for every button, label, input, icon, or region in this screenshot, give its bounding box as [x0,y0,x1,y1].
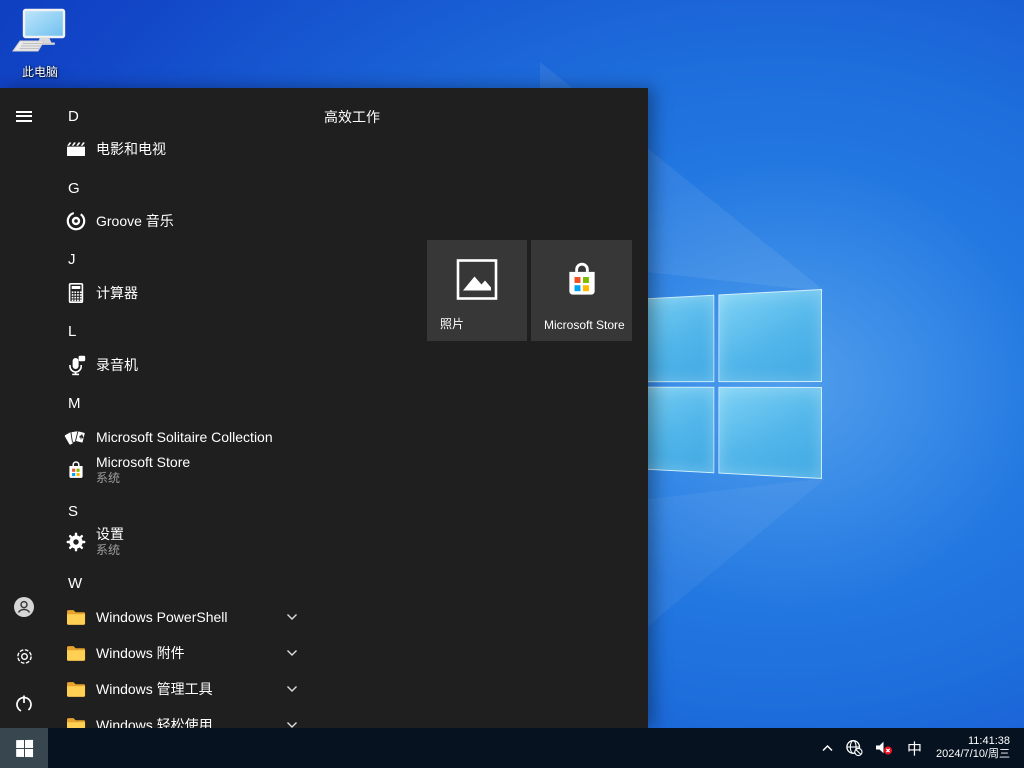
windows-logo-wallpaper [622,289,822,479]
app-list: D 电影和电视 G Groove 音乐 [64,88,314,728]
app-label: Microsoft Solitaire Collection [96,429,273,445]
folder-icon [64,677,88,701]
this-pc-icon[interactable]: 此电脑 [8,8,72,80]
store-icon [559,257,605,308]
hamburger-menu-icon[interactable] [4,96,44,136]
app-item-calculator[interactable]: 计算器 [64,279,314,307]
app-item-groove-music[interactable]: Groove 音乐 [64,207,314,235]
app-label: Microsoft Store [96,454,190,471]
section-letter-d[interactable]: D [68,107,100,127]
section-letter-g[interactable]: G [68,179,100,199]
app-label: Groove 音乐 [96,211,174,231]
user-account-icon[interactable] [4,587,44,627]
clock-date: 2024/7/10/周三 [936,748,1010,761]
section-letter-w[interactable]: W [68,574,100,594]
movies-tv-icon [64,137,88,161]
volume-muted-icon[interactable] [869,728,899,768]
folder-item-windows-ease-of-access[interactable]: Windows 轻松使用 [64,711,314,728]
photos-icon [454,257,500,308]
chevron-down-icon[interactable] [286,721,298,728]
app-item-solitaire[interactable]: Microsoft Solitaire Collection [64,423,314,451]
computer-icon [12,8,68,56]
app-subtitle: 系统 [96,543,124,558]
clock[interactable]: 11:41:38 2024/7/10/周三 [930,735,1016,761]
section-letter-s[interactable]: S [68,502,100,522]
folder-item-windows-powershell[interactable]: Windows PowerShell [64,603,314,631]
start-menu: D 电影和电视 G Groove 音乐 [0,88,648,728]
app-label: 电影和电视 [96,139,166,159]
settings-gear-icon[interactable] [4,636,44,676]
start-menu-rail [0,88,48,728]
groove-music-icon [64,209,88,233]
folder-item-windows-accessories[interactable]: Windows 附件 [64,639,314,667]
tray-chevron-up-icon[interactable] [815,728,840,768]
solitaire-icon [64,425,88,449]
tile-photos[interactable]: 照片 [427,240,527,341]
taskbar: 中 11:41:38 2024/7/10/周三 [0,728,1024,768]
chevron-down-icon[interactable] [286,613,298,621]
tile-label: 照片 [440,315,464,332]
chevron-down-icon[interactable] [286,685,298,693]
power-icon[interactable] [4,684,44,724]
this-pc-label: 此电脑 [8,63,72,80]
voice-recorder-icon [64,353,88,377]
settings-gear-icon [64,530,88,554]
app-item-microsoft-store[interactable]: Microsoft Store 系统 [64,451,314,489]
app-subtitle: 系统 [96,471,190,486]
app-item-settings[interactable]: 设置 系统 [64,523,314,561]
app-item-voice-recorder[interactable]: 录音机 [64,351,314,379]
folder-label: Windows 轻松使用 [96,715,213,728]
folder-icon [64,641,88,665]
folder-icon [64,605,88,629]
app-label: 计算器 [96,283,138,303]
store-icon [64,458,88,482]
windows-logo-icon [16,739,33,756]
tile-label: Microsoft Store [544,318,625,332]
clock-time: 11:41:38 [936,735,1010,748]
folder-icon [64,713,88,728]
tile-group-title[interactable]: 高效工作 [324,107,380,127]
folder-label: Windows PowerShell [96,609,228,625]
app-label: 设置 [96,526,124,543]
folder-item-windows-admin-tools[interactable]: Windows 管理工具 [64,675,314,703]
tile-microsoft-store[interactable]: Microsoft Store [531,240,632,341]
section-letter-l[interactable]: L [68,322,100,342]
app-item-movies-tv[interactable]: 电影和电视 [64,135,314,163]
ime-indicator[interactable]: 中 [899,728,930,768]
folder-label: Windows 管理工具 [96,679,213,699]
app-label: 录音机 [96,355,138,375]
start-button[interactable] [0,728,48,768]
system-tray: 中 11:41:38 2024/7/10/周三 [815,728,1024,768]
calculator-icon [64,281,88,305]
chevron-down-icon[interactable] [286,649,298,657]
section-letter-j[interactable]: J [68,250,100,270]
section-letter-m[interactable]: M [68,394,100,414]
network-offline-icon[interactable] [840,728,869,768]
folder-label: Windows 附件 [96,643,185,663]
